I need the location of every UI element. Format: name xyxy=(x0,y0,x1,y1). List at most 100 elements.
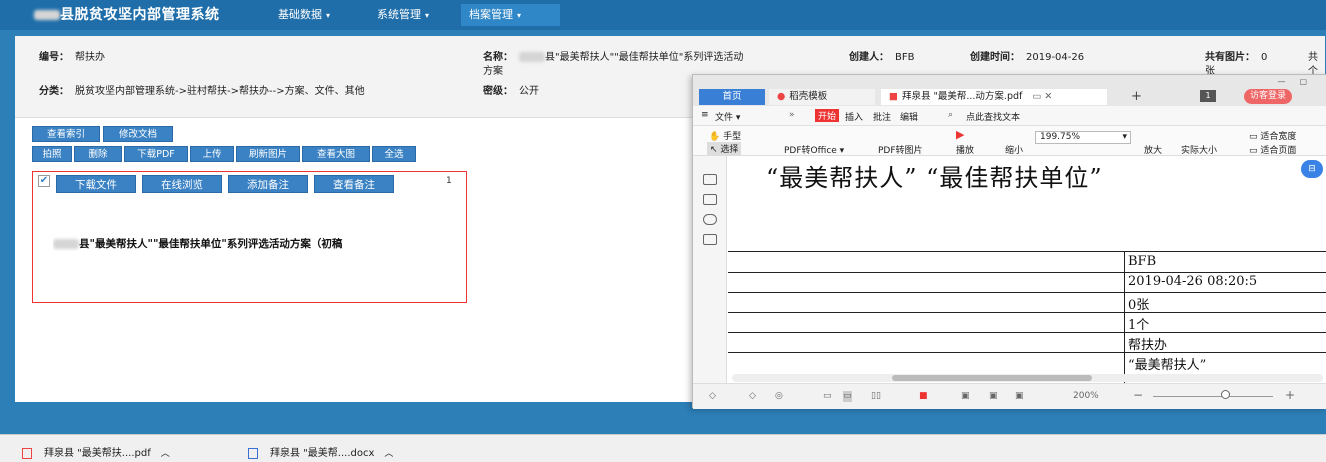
nav-system-management[interactable]: 系统管理 ▾ xyxy=(369,4,437,26)
chevron-down-icon: ▾ xyxy=(1122,132,1127,142)
select-tool[interactable]: ↖ 选择 xyxy=(707,142,742,155)
actual-size-button[interactable]: 实际大小 xyxy=(1181,143,1217,156)
top-navbar: 县脱贫攻坚内部管理系统 基础数据 ▾ 系统管理 ▾ 档案管理 ▾ xyxy=(0,0,1326,30)
pdf-to-image-button[interactable]: PDF转图片 xyxy=(878,143,923,156)
pdf-page-view: “最美帮扶人” “最佳帮扶单位” ⊟ BFB 2019-04-26 08:20:… xyxy=(728,156,1326,383)
scrollbar-thumb[interactable] xyxy=(892,375,1092,381)
play-icon: ▶ xyxy=(956,128,965,141)
select-all-button[interactable]: 全选 xyxy=(372,146,416,162)
zoom-in-button[interactable]: 放大 xyxy=(1144,143,1162,156)
code-field: 编号： 帮扶办 xyxy=(39,52,105,63)
download-file-button[interactable]: 下载文件 xyxy=(56,175,136,193)
menu-file[interactable]: 文件 ▾ xyxy=(715,110,740,123)
read-mode-icon[interactable]: ◎ xyxy=(775,391,783,402)
next-page-icon[interactable]: ◇ xyxy=(749,391,756,402)
creator-field: 创建人： BFB xyxy=(849,52,915,63)
refresh-images-button[interactable]: 刷新图片 xyxy=(236,146,300,162)
viewer-sidebar xyxy=(693,156,727,383)
chevron-right-icon[interactable]: » xyxy=(789,110,795,120)
zoom-slider[interactable] xyxy=(1153,396,1273,397)
table-cell: 1个 xyxy=(1128,318,1150,333)
add-note-button[interactable]: 添加备注 xyxy=(228,175,308,193)
file-number: 1 xyxy=(446,176,452,186)
prev-page-icon[interactable]: ◇ xyxy=(709,391,716,402)
table-line xyxy=(728,272,1326,273)
window-controls[interactable]: —▢ xyxy=(1277,77,1321,86)
delete-button[interactable]: 删除 xyxy=(74,146,122,162)
fit-width-button[interactable]: ▭ 适合宽度 xyxy=(1249,129,1296,142)
viewer-status-bar: ◇ ◇ ◎ ▭ ▭ ▯▯ ■ ▣ ▣ ▣ 200% − + xyxy=(693,383,1326,409)
hand-tool[interactable]: ✋ 手型 xyxy=(709,129,741,142)
download-item-pdf[interactable]: 拜泉县 "最美帮扶....pdf ︿ xyxy=(22,444,170,459)
nav-basic-data[interactable]: 基础数据 ▾ xyxy=(270,4,338,26)
pdf-file-icon xyxy=(22,447,32,459)
zoom-in-icon[interactable]: + xyxy=(1285,388,1295,402)
tab-home[interactable]: 首页 xyxy=(699,89,765,105)
page-count-badge: 1 xyxy=(1200,90,1216,102)
extra-count-field: 共 xyxy=(1308,52,1318,63)
zoom-out-button[interactable]: 缩小 xyxy=(1005,143,1023,156)
single-page-icon[interactable]: ▭ xyxy=(823,391,832,402)
fit-icon[interactable]: ▣ xyxy=(961,391,970,402)
fit-page-button[interactable]: ▭ 适合页面 xyxy=(1249,143,1296,156)
fit-icon[interactable]: ▣ xyxy=(1015,391,1024,402)
file-checkbox[interactable]: ✔ xyxy=(38,175,50,187)
bookmark-icon[interactable] xyxy=(703,214,717,225)
zoom-out-icon[interactable]: − xyxy=(1133,388,1143,402)
two-page-icon[interactable]: ▯▯ xyxy=(871,391,881,402)
table-line xyxy=(728,292,1326,293)
menu-comment[interactable]: 批注 xyxy=(873,110,891,123)
thumbnail-icon[interactable] xyxy=(703,174,717,185)
caret-down-icon: ▾ xyxy=(425,11,430,20)
menu-insert[interactable]: 插入 xyxy=(845,110,863,123)
picture-count-field: 共有图片： 0 xyxy=(1205,52,1268,63)
download-item-docx[interactable]: 拜泉县 "最美帮....docx ︿ xyxy=(248,444,393,459)
blurred-region xyxy=(34,10,60,20)
menu-icon[interactable]: ≡ xyxy=(701,110,709,120)
view-index-button[interactable]: 查看索引 xyxy=(32,126,100,142)
guest-login-button[interactable]: 访客登录 xyxy=(1244,89,1293,104)
view-large-image-button[interactable]: 查看大图 xyxy=(302,146,370,162)
zoom-level-select[interactable]: 199.75% ▾ xyxy=(1035,131,1131,144)
pdf-viewer-window: —▢ 首页 ● 稻壳模板 ■ 拜泉县 "最美帮...动方案.pdf ▭ ✕ + 1 访… xyxy=(692,74,1326,409)
new-tab-icon[interactable]: + xyxy=(1131,89,1142,104)
zoom-slider-handle[interactable] xyxy=(1221,390,1230,399)
fit-icon[interactable]: ▣ xyxy=(989,391,998,402)
tab-template[interactable]: ● 稻壳模板 xyxy=(769,89,875,105)
edit-document-button[interactable]: 修改文档 xyxy=(103,126,173,142)
pdf-doc-title: “最美帮扶人” “最佳帮扶单位” xyxy=(766,164,1103,192)
status-zoom-level: 200% xyxy=(1073,391,1099,401)
online-browse-button[interactable]: 在线浏览 xyxy=(142,175,222,193)
word-file-icon xyxy=(248,447,258,459)
take-photo-button[interactable]: 拍照 xyxy=(32,146,72,162)
play-icon[interactable]: ■ xyxy=(919,391,928,402)
viewer-tab-bar: —▢ 首页 ● 稻壳模板 ■ 拜泉县 "最美帮...动方案.pdf ▭ ✕ + 1 访… xyxy=(693,75,1326,106)
blurred-region xyxy=(519,52,545,62)
chevron-up-icon[interactable]: ︿ xyxy=(384,449,393,459)
fit-page-icon: ▭ xyxy=(1249,146,1258,156)
nav-archive-management[interactable]: 档案管理 ▾ xyxy=(461,4,560,26)
table-cell: 0张 xyxy=(1128,298,1150,313)
comment-icon[interactable] xyxy=(703,234,717,245)
pdf-to-office-button[interactable]: PDF转Office ▾ xyxy=(784,143,844,156)
ribbon-toolbar: ✋ 手型 ↖ 选择 PDF转Office ▾ PDF转图片 ▶ 播放 缩小 19… xyxy=(693,126,1326,156)
download-pdf-button[interactable]: 下载PDF xyxy=(124,146,188,162)
play-button[interactable]: 播放 xyxy=(956,143,974,156)
file-card: ✔ 下载文件 在线浏览 添加备注 查看备注 1 县"最美帮扶人""最佳帮扶单位"… xyxy=(32,171,467,303)
search-text-box[interactable]: 点此查找文本 xyxy=(966,110,1020,123)
table-cell: BFB xyxy=(1128,254,1157,269)
continuous-icon[interactable]: ▭ xyxy=(843,391,852,402)
tab-pdf-file[interactable]: ■ 拜泉县 "最美帮...动方案.pdf ▭ ✕ xyxy=(881,89,1107,105)
upload-button[interactable]: 上传 xyxy=(190,146,234,162)
horizontal-scrollbar[interactable] xyxy=(732,374,1323,382)
image-icon[interactable] xyxy=(703,194,717,205)
cursor-icon: ↖ xyxy=(710,145,718,155)
fit-width-icon: ▭ xyxy=(1249,132,1258,142)
view-note-button[interactable]: 查看备注 xyxy=(314,175,394,193)
docer-icon: ● xyxy=(777,91,786,102)
chevron-up-icon[interactable]: ︿ xyxy=(161,449,170,459)
caret-down-icon: ▾ xyxy=(517,11,522,20)
menu-start[interactable]: 开始 xyxy=(815,109,840,122)
menu-edit[interactable]: 编辑 xyxy=(900,110,918,123)
translate-icon[interactable]: ⊟ xyxy=(1301,160,1323,178)
